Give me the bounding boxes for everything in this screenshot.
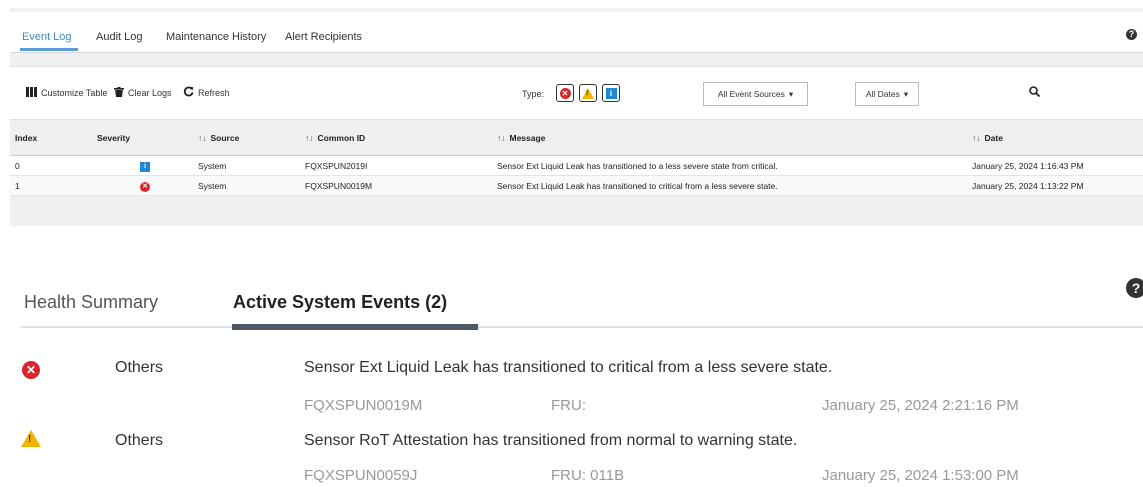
event-fru: FRU: — [551, 397, 586, 414]
cell-message: Sensor Ext Liquid Leak has transitioned … — [492, 155, 967, 176]
column-header-index[interactable]: Index — [10, 120, 92, 156]
tab-health-summary[interactable]: Health Summary — [24, 292, 158, 313]
tab-event-log[interactable]: Event Log — [22, 31, 72, 43]
cell-source: System — [193, 155, 300, 176]
clear-logs-label: Clear Logs — [128, 88, 172, 98]
event-id: FQXSPUN0059J — [304, 467, 418, 484]
filter-error-button[interactable]: ✕ — [556, 84, 574, 102]
cell-source: System — [193, 175, 300, 196]
column-header-date[interactable]: ↑↓ Date — [967, 120, 1143, 156]
warning-icon: ! — [582, 87, 594, 99]
search-icon[interactable] — [1029, 84, 1041, 98]
table-row[interactable]: 0 i System FQXSPUN2019I Sensor Ext Liqui… — [10, 155, 1143, 176]
error-icon: ✕ — [559, 87, 571, 99]
info-icon: i — [605, 87, 617, 99]
cell-common-id: FQXSPUN0019M — [300, 175, 492, 196]
event-message: Sensor RoT Attestation has transitioned … — [304, 432, 798, 449]
column-header-severity[interactable]: Severity — [92, 120, 193, 156]
dates-value: All Dates — [865, 89, 900, 99]
cell-severity: i — [92, 155, 193, 176]
error-icon: ✕ — [140, 181, 150, 192]
sort-icon[interactable]: ↑↓ — [305, 133, 314, 143]
info-icon: i — [140, 161, 150, 172]
help-icon[interactable]: ? — [1126, 29, 1137, 40]
event-sources-dropdown[interactable]: All Event Sources ▾ — [703, 82, 808, 106]
dates-dropdown[interactable]: All Dates ▾ — [855, 82, 919, 106]
column-header-common-id[interactable]: ↑↓ Common ID — [300, 120, 492, 156]
sort-icon[interactable]: ↑↓ — [497, 133, 506, 143]
event-log-tabbar: Event Log Audit Log Maintenance History … — [10, 12, 1143, 53]
type-filter-label: Type: — [522, 89, 545, 99]
active-tab-underline — [232, 324, 478, 330]
cell-index: 1 — [10, 175, 92, 196]
filter-warning-button[interactable]: ! — [579, 84, 597, 102]
refresh-label: Refresh — [198, 88, 230, 98]
event-fru: FRU: 011B — [551, 467, 625, 484]
event-date: January 25, 2024 2:21:16 PM — [822, 397, 1019, 414]
tab-active-system-events[interactable]: Active System Events (2) — [233, 292, 447, 313]
warning-icon: ! — [21, 430, 41, 447]
customize-table-button[interactable]: Customize Table — [26, 86, 107, 100]
sort-icon[interactable]: ↑↓ — [972, 133, 981, 143]
cell-severity: ✕ — [92, 175, 193, 196]
event-log-table: Index Severity ↑↓ Source ↑↓ Common ID ↑↓ Me… — [10, 120, 1143, 196]
help-icon[interactable]: ? — [1126, 278, 1143, 298]
dropdown-caret-icon: ▾ — [903, 88, 909, 99]
refresh-button[interactable]: Refresh — [183, 86, 230, 100]
event-log-toolbar: Customize Table Clear Logs Refresh Type:… — [10, 66, 1143, 120]
tab-maintenance-history[interactable]: Maintenance History — [166, 31, 266, 43]
trash-icon — [114, 86, 124, 100]
cell-index: 0 — [10, 155, 92, 176]
cell-message: Sensor Ext Liquid Leak has transitioned … — [492, 175, 967, 196]
tab-alert-recipients[interactable]: Alert Recipients — [285, 31, 362, 43]
clear-logs-button[interactable]: Clear Logs — [114, 86, 172, 100]
event-log-panel: Event Log Audit Log Maintenance History … — [10, 8, 1143, 226]
refresh-icon — [183, 86, 194, 100]
event-type: Others — [115, 359, 164, 376]
tab-divider — [20, 326, 1143, 328]
filter-info-button[interactable]: i — [602, 84, 620, 102]
active-events-panel: Health Summary Active System Events (2) … — [0, 270, 1143, 487]
event-type: Others — [115, 432, 164, 449]
active-tab-underline — [20, 48, 78, 51]
column-header-message[interactable]: ↑↓ Message — [492, 120, 967, 156]
cell-date: January 25, 2024 1:16:43 PM — [967, 155, 1143, 176]
column-header-source[interactable]: ↑↓ Source — [193, 120, 300, 156]
event-message: Sensor Ext Liquid Leak has transitioned … — [304, 359, 833, 376]
event-id: FQXSPUN0019M — [304, 397, 423, 414]
event-sources-value: All Event Sources — [717, 89, 785, 99]
event-date: January 25, 2024 1:53:00 PM — [822, 467, 1019, 484]
table-row[interactable]: 1 ✕ System FQXSPUN0019M Sensor Ext Liqui… — [10, 175, 1143, 196]
dropdown-caret-icon: ▾ — [788, 88, 794, 99]
table-header-row: Index Severity ↑↓ Source ↑↓ Common ID ↑↓ Me… — [10, 120, 1143, 156]
error-icon: ✕ — [22, 361, 40, 379]
cell-date: January 25, 2024 1:13:22 PM — [967, 175, 1143, 196]
customize-table-label: Customize Table — [41, 88, 108, 98]
cell-common-id: FQXSPUN2019I — [300, 155, 492, 176]
sort-icon[interactable]: ↑↓ — [198, 133, 207, 143]
columns-icon — [26, 86, 37, 100]
tab-audit-log[interactable]: Audit Log — [96, 31, 142, 43]
